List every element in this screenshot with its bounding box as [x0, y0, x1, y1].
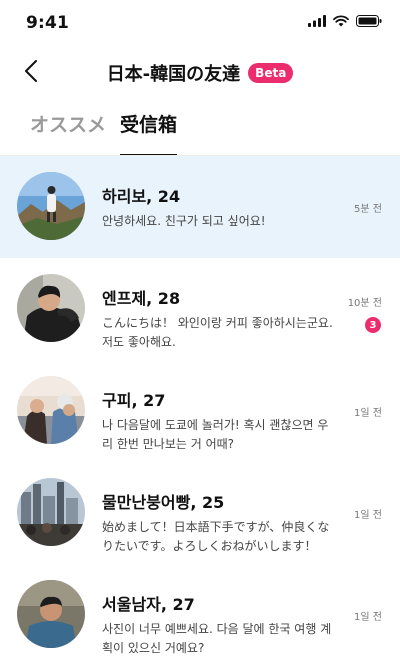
contact-name: 서울남자, 27 — [102, 595, 195, 614]
message-time: 10분 전 — [347, 298, 382, 309]
contact-name: 구피, 27 — [102, 391, 166, 410]
contact-name: 엔프제, 28 — [102, 289, 181, 308]
wifi-icon — [333, 15, 349, 27]
header: 日本-韓国の友達 Beta — [0, 46, 400, 100]
message-preview: 안녕하세요. 친구가 되고 싶어요! — [102, 214, 266, 228]
conversation-row[interactable]: 서울남자, 27 사진이 너무 예쁘세요. 다음 달에 한국 여행 계획이 있으… — [0, 564, 400, 666]
avatar[interactable] — [17, 172, 85, 240]
tab-inbox[interactable]: 受信箱 — [120, 110, 178, 156]
conversation-row[interactable]: 엔프제, 28 こんにちは！ 와인이랑 커피 좋아하시는군요. 저도 좋아해요.… — [0, 258, 400, 360]
status-icons — [308, 15, 382, 27]
page-title: 日本-韓国の友達 — [106, 64, 241, 85]
message-time: 1일 전 — [354, 612, 382, 623]
conversation-row[interactable]: 하리보, 24 안녕하세요. 친구가 되고 싶어요! 5분 전 — [0, 156, 400, 258]
title-wrap: 日本-韓国の友達 Beta — [0, 60, 400, 86]
avatar[interactable] — [17, 376, 85, 444]
message-preview: 나 다음달에 도쿄에 놀러가! 혹시 괜찮으면 우리 한번 만나보는 거 어때? — [102, 418, 329, 451]
message-time: 1일 전 — [354, 408, 382, 419]
unread-count-badge: 3 — [365, 317, 381, 333]
avatar[interactable] — [17, 478, 85, 546]
message-preview: こんにちは！ 와인이랑 커피 좋아하시는군요. 저도 좋아해요. — [102, 316, 333, 349]
conversation-row[interactable]: 물만난붕어빵, 25 始めまして！日本語下手ですが、仲良くなりたいです。よろしく… — [0, 462, 400, 564]
battery-icon — [356, 15, 382, 27]
avatar[interactable] — [17, 580, 85, 648]
message-preview: 사진이 너무 예쁘세요. 다음 달에 한국 여행 계획이 있으신 거예요? — [102, 622, 332, 655]
status-bar: 9:41 — [0, 0, 400, 46]
tab-bar: オススメ 受信箱 — [30, 110, 178, 156]
contact-name: 하리보, 24 — [102, 187, 181, 206]
status-time: 9:41 — [26, 13, 70, 33]
message-time: 1일 전 — [354, 510, 382, 521]
conversation-row[interactable]: 구피, 27 나 다음달에 도쿄에 놀러가! 혹시 괜찮으면 우리 한번 만나보… — [0, 360, 400, 462]
avatar[interactable] — [17, 274, 85, 342]
message-preview: 始めまして！日本語下手ですが、仲良くなりたいです。よろしくおねがいします！ — [102, 520, 330, 553]
conversation-list: 하리보, 24 안녕하세요. 친구가 되고 싶어요! 5분 전 엔프제, 28 … — [0, 156, 400, 666]
message-time: 5분 전 — [354, 204, 382, 215]
contact-name: 물만난붕어빵, 25 — [102, 493, 225, 512]
signal-icon — [308, 15, 326, 27]
beta-badge: Beta — [248, 63, 294, 83]
tab-recommended[interactable]: オススメ — [30, 110, 106, 156]
